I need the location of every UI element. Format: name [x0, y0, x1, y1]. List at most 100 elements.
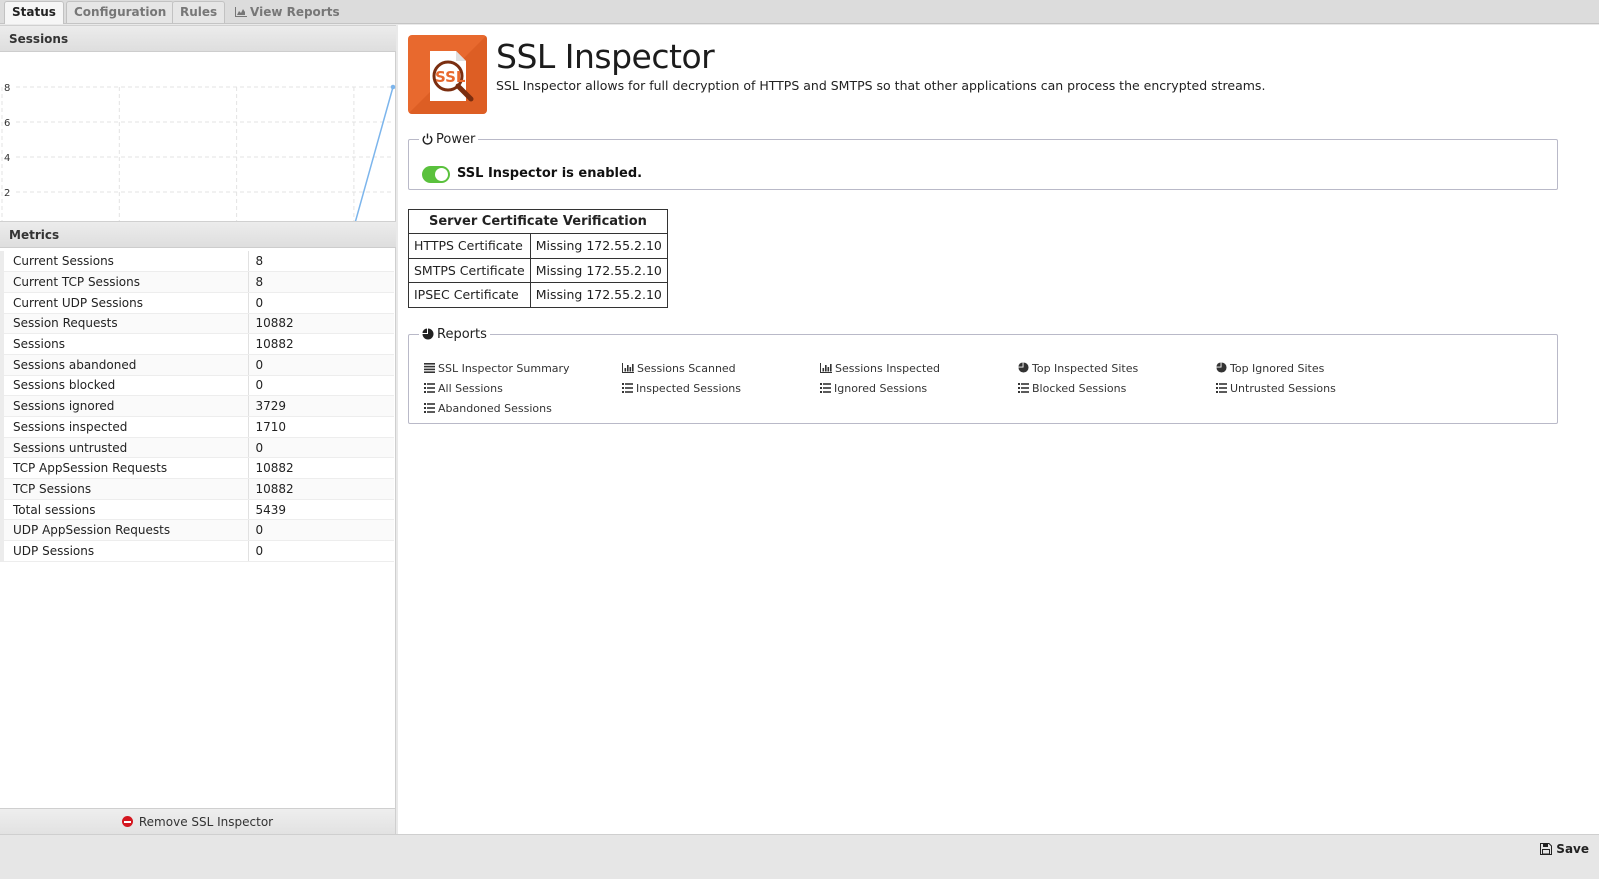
tab-configuration[interactable]: Configuration [66, 1, 175, 23]
remove-app-button[interactable]: Remove SSL Inspector [0, 808, 395, 835]
certificate-name: IPSEC Certificate [408, 282, 531, 308]
power-legend-label: Power [436, 132, 476, 147]
certificate-name: HTTPS Certificate [408, 233, 531, 259]
metric-value: 1710 [248, 416, 394, 438]
tab-label: Configuration [74, 5, 167, 19]
list-icon [622, 382, 636, 395]
metric-row: Current Sessions 8 [0, 251, 394, 273]
metric-row: Total sessions 5439 [0, 499, 394, 521]
metrics-header: Metrics [0, 221, 396, 248]
metric-row: Sessions abandoned 0 [0, 354, 394, 376]
metric-value: 0 [248, 354, 394, 376]
metric-value: 0 [248, 292, 394, 314]
report-link-label: Top Inspected Sites [1032, 362, 1139, 375]
chart-series-line [354, 86, 394, 223]
certificate-row: IPSEC Certificate Missing 172.55.2.10 [408, 282, 668, 308]
metric-value: 8 [248, 251, 394, 273]
metric-name: TCP Sessions [0, 478, 249, 500]
report-link[interactable]: Top Ignored Sites [1216, 362, 1324, 375]
report-link[interactable]: All Sessions [424, 382, 503, 395]
certificate-status: Missing 172.55.2.10 [529, 282, 668, 308]
metric-value: 10882 [248, 457, 394, 480]
reports-legend: Reports [419, 327, 490, 342]
status-main-panel: SSL SSL Inspector SSL Inspector allows f… [398, 25, 1599, 834]
tab-rules[interactable]: Rules [172, 1, 226, 23]
metric-value: 0 [248, 519, 394, 542]
metric-name: Sessions ignored [0, 395, 249, 417]
tab-label: Rules [180, 5, 218, 19]
metric-name: Total sessions [0, 499, 249, 521]
list-icon [820, 382, 834, 395]
tab-status[interactable]: Status [4, 1, 64, 24]
metric-name: Current TCP Sessions [0, 271, 249, 293]
list-icon [1018, 382, 1032, 395]
chart-y-tick-label: 2 [4, 188, 10, 199]
certificate-row: SMTPS Certificate Missing 172.55.2.10 [408, 257, 668, 283]
metric-row: Current UDP Sessions 0 [0, 292, 394, 314]
report-link[interactable]: Abandoned Sessions [424, 402, 552, 415]
metric-row: Sessions blocked 0 [0, 375, 394, 397]
bottom-toolbar: Save [0, 834, 1599, 879]
chart-point [390, 84, 396, 90]
report-link-label: Top Ignored Sites [1230, 362, 1325, 375]
report-link[interactable]: SSL Inspector Summary [424, 362, 570, 375]
metric-name: Sessions abandoned [0, 354, 249, 376]
metric-row: TCP Sessions 10882 [0, 478, 394, 500]
floppy-disk-icon [1540, 843, 1553, 855]
svg-text:SSL: SSL [435, 68, 466, 86]
tab-label: View Reports [250, 5, 340, 19]
metric-value: 0 [248, 540, 394, 562]
tab-label: Status [12, 5, 56, 19]
metric-name: Session Requests [0, 313, 249, 335]
metric-row: Sessions ignored 3729 [0, 395, 394, 417]
certificate-row: HTTPS Certificate Missing 172.55.2.10 [408, 233, 668, 259]
sessions-header: Sessions [0, 25, 396, 52]
report-link[interactable]: Sessions Inspected [820, 362, 940, 375]
bar-chart-icon [622, 362, 637, 375]
report-link-label: Blocked Sessions [1032, 382, 1127, 395]
metric-row: Sessions untrusted 0 [0, 437, 394, 459]
app-window: Status Configuration Rules View Reports … [0, 0, 1599, 879]
report-link[interactable]: Blocked Sessions [1018, 382, 1126, 395]
power-toggle[interactable] [422, 166, 450, 183]
metric-row: Sessions inspected 1710 [0, 416, 394, 438]
metric-row: UDP Sessions 0 [0, 540, 394, 562]
list-icon [424, 382, 438, 395]
report-link[interactable]: Top Inspected Sites [1018, 362, 1138, 375]
chart-series [354, 84, 396, 223]
report-link[interactable]: Inspected Sessions [622, 382, 741, 395]
page-title: SSL Inspector [496, 37, 715, 76]
report-link-label: Sessions Inspected [835, 362, 941, 375]
chart-y-axis: 2 4 6 8 [4, 83, 10, 199]
reports-section: Reports SSL Inspector Summary Sessions Sc… [408, 327, 1558, 424]
report-link[interactable]: Sessions Scanned [622, 362, 736, 375]
sessions-chart: 2468 11:22:1511:22:3011:22:4511:23:00 [1, 83, 396, 223]
list-icon [1216, 382, 1230, 395]
report-link[interactable]: Untrusted Sessions [1216, 382, 1336, 395]
metric-name: UDP Sessions [0, 540, 249, 562]
metrics-table: Current Sessions 8 Current TCP Sessions 8 Cu… [0, 251, 394, 562]
metric-value: 0 [248, 437, 394, 459]
tab-view-reports[interactable]: View Reports [227, 1, 348, 23]
chart-y-tick-label: 8 [4, 83, 10, 94]
certificate-name: SMTPS Certificate [408, 257, 531, 283]
ssl-inspector-logo-icon: SSL [408, 35, 487, 114]
report-link[interactable]: Ignored Sessions [820, 382, 927, 395]
metric-name: TCP AppSession Requests [0, 457, 249, 480]
metric-value: 8 [248, 271, 394, 293]
metric-name: Current UDP Sessions [0, 292, 249, 314]
report-link-label: SSL Inspector Summary [438, 362, 570, 375]
metric-name: Current Sessions [0, 251, 249, 273]
power-status-text: SSL Inspector is enabled. [457, 166, 643, 181]
status-left-panel: Sessions 2468 11:22:1511:22:3011:22:4511… [0, 25, 396, 854]
metric-name: Sessions blocked [0, 375, 249, 397]
certificate-status: Missing 172.55.2.10 [529, 257, 668, 283]
report-link-label: Ignored Sessions [834, 382, 928, 395]
metric-value: 10882 [248, 478, 394, 500]
area-chart-icon [235, 7, 247, 17]
metric-value: 0 [248, 375, 394, 397]
save-button[interactable]: Save [1540, 840, 1589, 858]
remove-app-label: Remove SSL Inspector [138, 815, 274, 829]
align-justify-icon [424, 362, 438, 375]
certificate-status: Missing 172.55.2.10 [529, 233, 668, 259]
